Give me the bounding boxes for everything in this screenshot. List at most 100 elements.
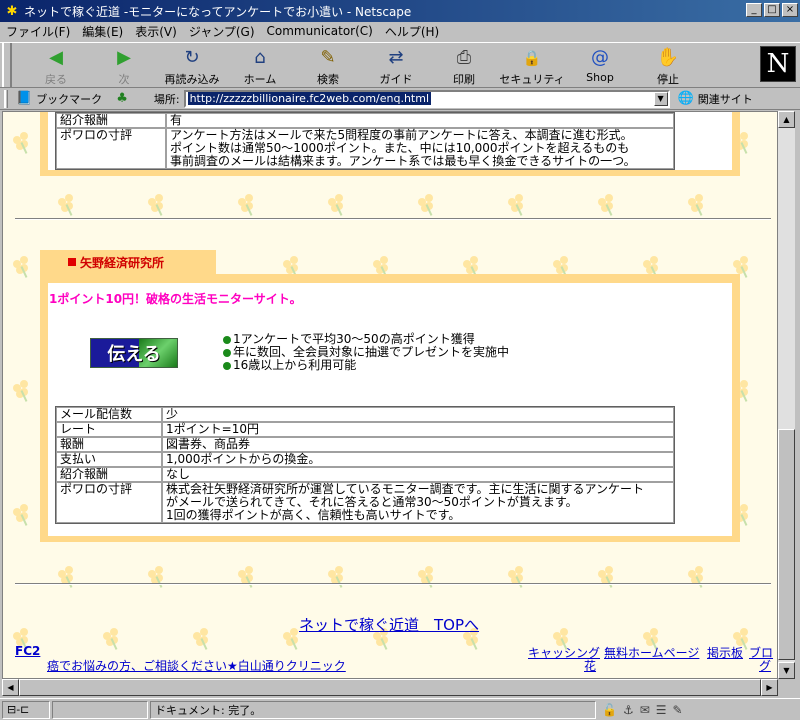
connection-indicator: ⊟-⊏: [2, 700, 50, 719]
home-button[interactable]: ⌂ ホーム: [226, 43, 294, 87]
row-value: 1ポイント=10円: [162, 422, 674, 437]
catchphrase: 1ポイント10円！破格の生活モニターサイト。: [49, 292, 302, 306]
guide-button-label: ガイド: [379, 73, 413, 86]
shop-icon: @: [591, 47, 609, 68]
toolbar-grip[interactable]: [2, 43, 12, 87]
row-value: 図書券、商品券: [162, 437, 674, 452]
reload-icon: ↻: [184, 47, 200, 68]
table-row: ポワロの寸評 アンケート方法はメールで来た5問程度の事前アンケートに答え、本調査…: [56, 128, 674, 169]
scroll-up-button[interactable]: ▲: [778, 111, 795, 128]
vertical-scroll-thumb[interactable]: [778, 429, 795, 660]
page-proxy-icon[interactable]: ♣: [116, 91, 128, 106]
shop-button[interactable]: @ Shop: [566, 43, 634, 87]
clinic-ad-link[interactable]: 癌でお悩みの方、ご相談ください★白山通りクリニック: [47, 657, 346, 674]
top-page-link[interactable]: ネットで稼ぐ近道 TOPへ: [299, 614, 479, 635]
reload-button-label: 再読み込み: [164, 73, 220, 86]
title-bar: ✱ ネットで稼ぐ近道 -モニターになってアンケートでお小遣い - Netscap…: [0, 0, 800, 22]
flower-decoration: [688, 194, 710, 216]
back-button[interactable]: ◀ 戻る: [22, 43, 90, 87]
section-divider: [15, 583, 771, 585]
window-title: ネットで稼ぐ近道 -モニターになってアンケートでお小遣い - Netscape: [24, 4, 412, 19]
flower-decoration: [598, 194, 620, 216]
menu-communicator[interactable]: Communicator(C): [267, 24, 373, 38]
security-button[interactable]: 🔒 セキュリティ: [498, 43, 566, 87]
connection-icon: ⊟-⊏: [7, 703, 30, 716]
flower-link[interactable]: 花: [584, 657, 596, 674]
status-bar: ⊟-⊏ ドキュメント: 完了。 🔓 ⚓ ✉ ☰ ✎: [0, 698, 800, 720]
section-divider: [15, 218, 771, 220]
progress-area: [52, 700, 148, 719]
vertical-scrollbar[interactable]: ▲ ▼: [778, 111, 795, 679]
shop-button-label: Shop: [586, 71, 614, 84]
green-bullet-icon: [223, 361, 231, 370]
row-value: なし: [162, 467, 674, 482]
maximize-button[interactable]: □: [764, 3, 780, 17]
flower-decoration: [103, 628, 125, 650]
location-bar-grip[interactable]: [4, 89, 8, 108]
navigation-toolbar: ◀ 戻る ▶ 次 ↻ 再読み込み ⌂ ホーム ✎ 検索 ⇄ ガイド ⎙ 印刷 🔒…: [0, 42, 800, 88]
flower-decoration: [418, 194, 440, 216]
row-label: ポワロの寸評: [56, 482, 162, 523]
back-arrow-icon: ◀: [49, 47, 63, 68]
row-label: 紹介報酬: [56, 467, 162, 482]
bbs-link[interactable]: 掲示板: [707, 644, 743, 661]
bookmark-book-icon: 📘: [16, 91, 33, 106]
url-input[interactable]: http://zzzzzbillionaire.fc2web.com/enq.h…: [183, 89, 670, 108]
site-info-table: メール配信数少 レート 1ポイント=10円 報酬 図書券、商品券 支払い 1,000ポ…: [55, 406, 675, 524]
row-label: メール配信数: [56, 407, 162, 422]
scroll-down-button[interactable]: ▼: [778, 662, 795, 679]
blog-link-wrap[interactable]: グ: [759, 657, 771, 674]
netscape-app-icon[interactable]: ✱: [4, 3, 20, 19]
site-banner[interactable]: 伝える: [90, 338, 178, 368]
horizontal-scrollbar[interactable]: ◀ ▶: [2, 679, 778, 696]
related-sites-button[interactable]: 🌐 関連サイト: [678, 91, 753, 107]
row-value: 1,000ポイントからの換金。: [162, 452, 674, 467]
print-button[interactable]: ⎙ 印刷: [430, 43, 498, 87]
composer-icon[interactable]: ✎: [673, 703, 683, 717]
related-globe-icon: 🌐: [677, 91, 694, 106]
netscape-logo[interactable]: N: [760, 46, 796, 82]
search-button-label: 検索: [317, 73, 339, 86]
menu-file[interactable]: ファイル(F): [6, 23, 70, 40]
flower-decoration: [13, 504, 35, 526]
scrollbar-corner: [778, 679, 795, 696]
newsgroup-icon[interactable]: ☰: [656, 703, 667, 717]
stop-icon: ✋: [656, 47, 680, 68]
menu-edit[interactable]: 編集(E): [82, 23, 123, 40]
close-button[interactable]: ×: [782, 3, 798, 17]
search-icon: ✎: [320, 47, 336, 68]
navigator-icon[interactable]: ⚓: [623, 703, 634, 717]
menu-help[interactable]: ヘルプ(H): [385, 23, 439, 40]
row-label: 紹介報酬: [56, 113, 166, 128]
security-status-icon[interactable]: 🔓: [602, 703, 617, 717]
page-content[interactable]: 紹介報酬 有 ポワロの寸評 アンケート方法はメールで来た5問程度の事前アンケート…: [2, 111, 778, 679]
site-tab-title: 矢野経済研究所: [80, 255, 165, 270]
stop-button[interactable]: ✋ 停止: [634, 43, 702, 87]
reload-button[interactable]: ↻ 再読み込み: [158, 43, 226, 87]
banner-text: 伝える: [107, 344, 161, 365]
flower-decoration: [328, 194, 350, 216]
guide-icon: ⇄: [388, 47, 404, 68]
bookmarks-button[interactable]: 📘 ブックマーク: [16, 91, 102, 107]
minimize-button[interactable]: _: [746, 3, 762, 17]
fc2-link[interactable]: FC2: [15, 644, 40, 658]
scroll-right-button[interactable]: ▶: [761, 679, 778, 696]
green-bullet-icon: [223, 335, 231, 344]
print-icon: ⎙: [456, 47, 472, 68]
scroll-left-button[interactable]: ◀: [2, 679, 19, 696]
free-homepage-link[interactable]: 無料ホームページ: [604, 644, 699, 661]
row-value: 株式会社矢野経済研究所が運営しているモニター調査です。主に生活に関するアンケート…: [162, 482, 674, 523]
forward-button[interactable]: ▶ 次: [90, 43, 158, 87]
mail-icon[interactable]: ✉: [640, 703, 650, 717]
search-button[interactable]: ✎ 検索: [294, 43, 362, 87]
flower-decoration: [148, 194, 170, 216]
url-dropdown-button[interactable]: ▼: [653, 91, 668, 106]
forward-arrow-icon: ▶: [117, 47, 131, 68]
back-button-label: 戻る: [45, 73, 67, 86]
guide-button[interactable]: ⇄ ガイド: [362, 43, 430, 87]
horizontal-scroll-thumb[interactable]: [19, 679, 761, 696]
menu-view[interactable]: 表示(V): [135, 23, 177, 40]
red-square-icon: [68, 258, 76, 266]
menu-go[interactable]: ジャンプ(G): [189, 23, 255, 40]
row-value: アンケート方法はメールで来た5問程度の事前アンケートに答え、本調査に進む形式。 …: [166, 128, 674, 169]
